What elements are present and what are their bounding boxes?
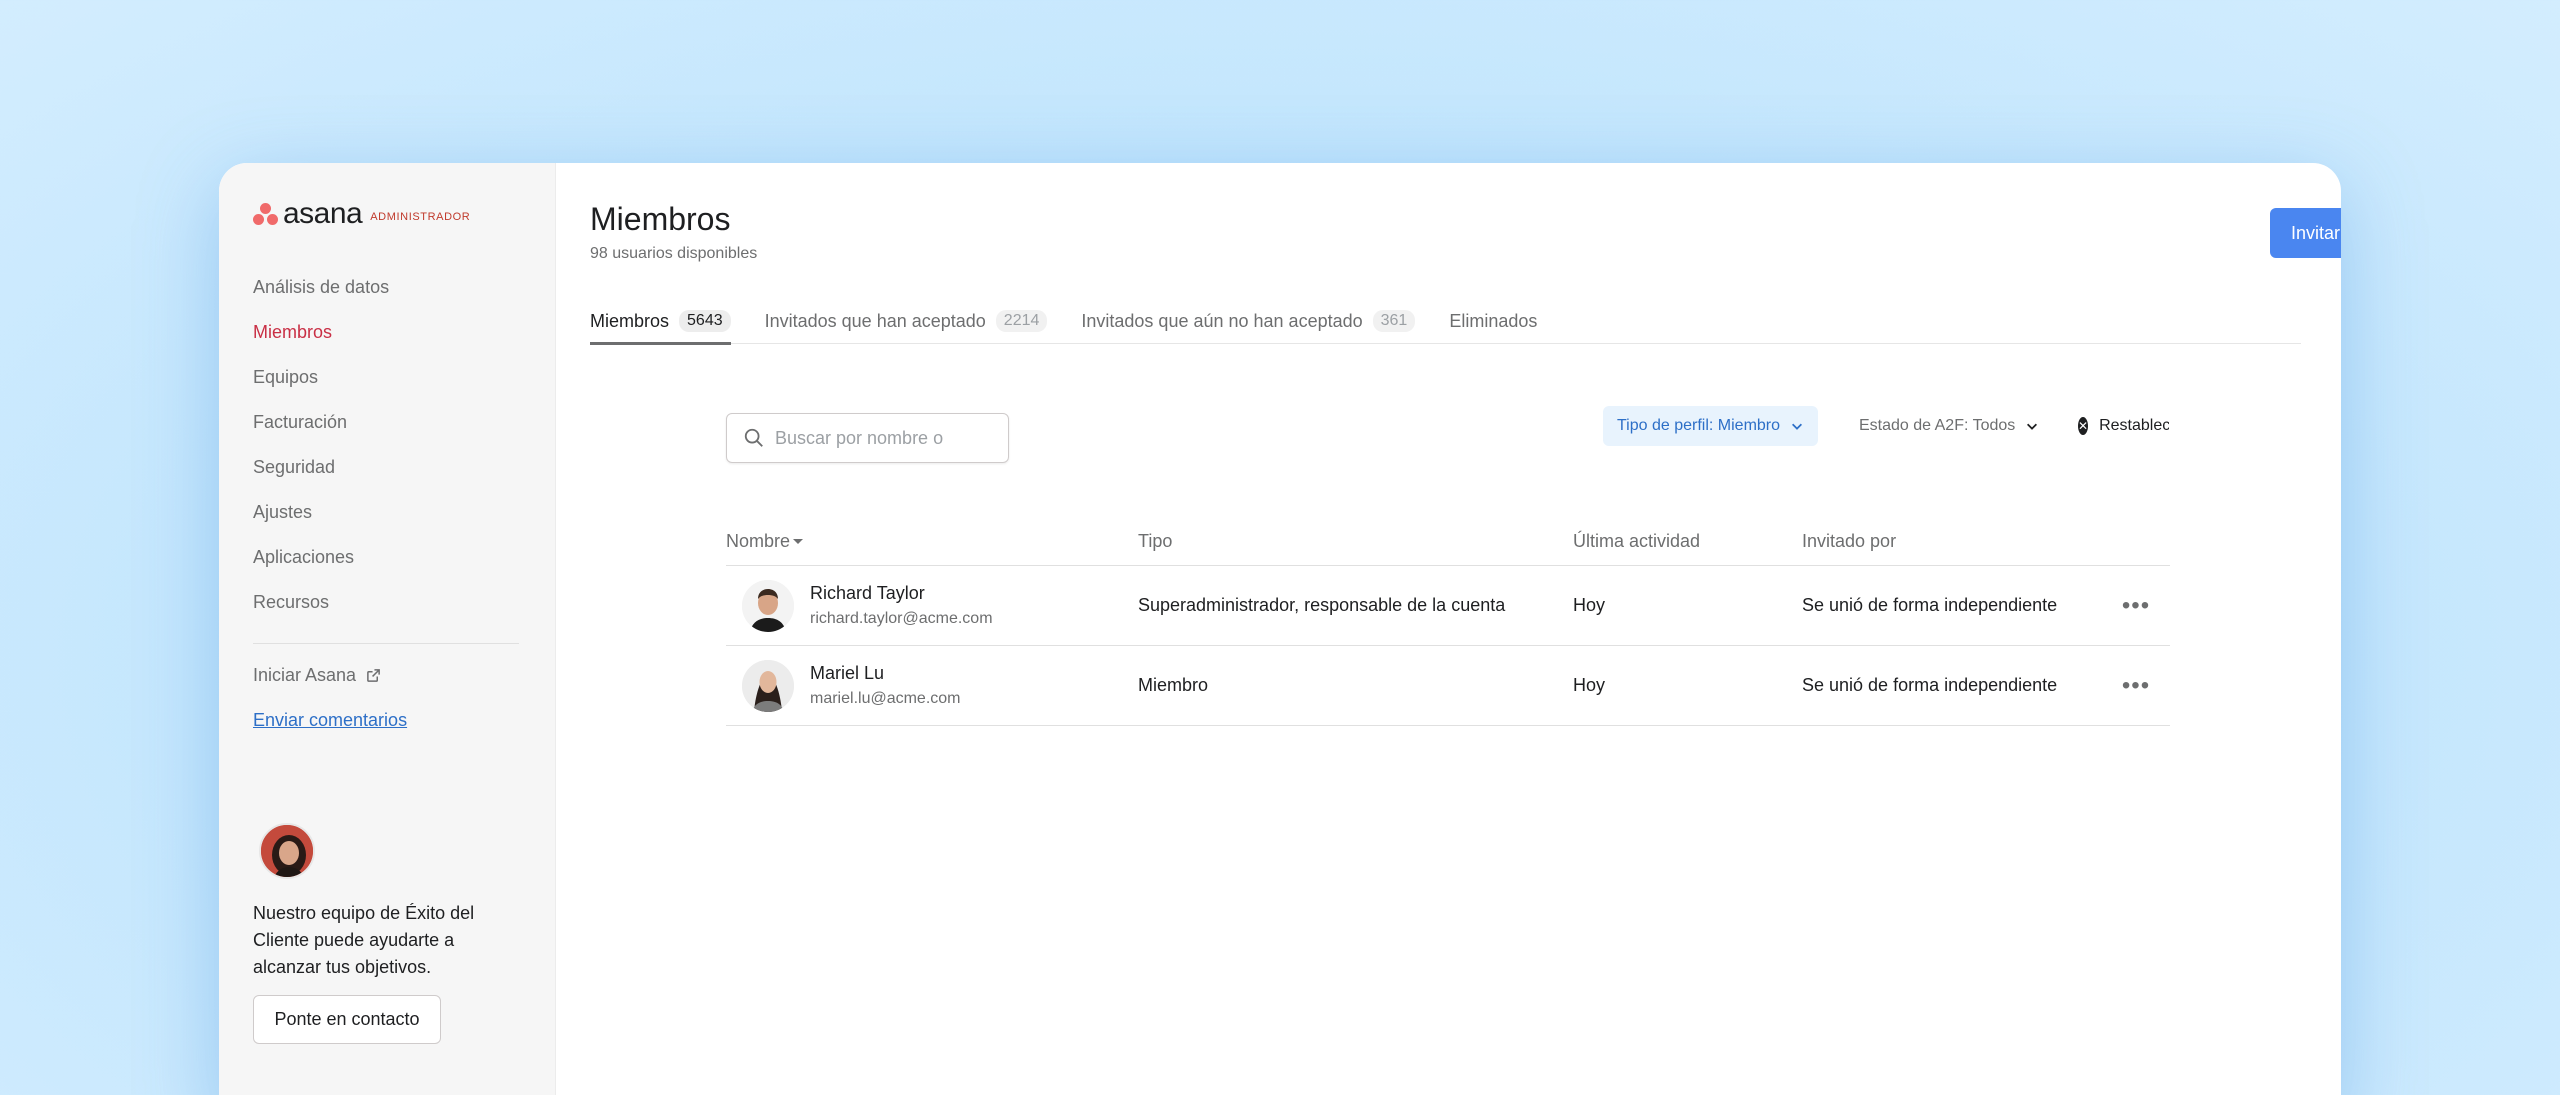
page-title: Miembros xyxy=(590,201,731,237)
member-cell: Mariel Lu mariel.lu@acme.com xyxy=(726,659,1138,712)
sidebar-divider xyxy=(253,643,519,644)
members-table: Nombre Tipo Última actividad Invitado po… xyxy=(726,518,2170,726)
members-tabs: Miembros 5643 Invitados que han aceptado… xyxy=(590,299,2301,345)
help-text: Nuestro equipo de Éxito del Cliente pued… xyxy=(253,903,475,977)
sidebar-item-members[interactable]: Miembros xyxy=(253,310,389,355)
search-icon xyxy=(744,428,763,447)
reset-filters-button[interactable]: ✕ Restablecer xyxy=(2078,406,2169,446)
table-header: Nombre Tipo Última actividad Invitado po… xyxy=(726,518,2170,566)
launch-asana-label: Iniciar Asana xyxy=(253,665,357,685)
profile-type-filter[interactable]: Tipo de perfil: Miembro xyxy=(1603,406,1819,446)
tab-label: Invitados que aún no han aceptado xyxy=(1081,310,1363,331)
tab-count: 361 xyxy=(1372,310,1416,332)
sidebar-item-settings[interactable]: Ajustes xyxy=(253,490,389,535)
tab-count: 2214 xyxy=(995,310,1048,332)
sort-down-icon xyxy=(793,538,804,544)
invite-members-button[interactable]: Invitar a miembros xyxy=(2270,208,2341,258)
sidebar-nav: Análisis de datos Miembros Equipos Factu… xyxy=(253,265,389,625)
column-name-header[interactable]: Nombre xyxy=(726,531,1138,552)
tab-count: 5643 xyxy=(679,310,731,332)
reset-filters-label: Restablecer xyxy=(2099,417,2169,434)
column-invited-by-header[interactable]: Invitado por xyxy=(1802,531,2102,552)
member-type: Miembro xyxy=(1138,675,1209,695)
tab-pending-guests[interactable]: Invitados que aún no han aceptado 361 xyxy=(1081,299,1449,343)
chevron-down-icon xyxy=(1792,423,1803,430)
sidebar-item-billing[interactable]: Facturación xyxy=(253,400,389,445)
tab-label: Miembros xyxy=(590,310,670,331)
send-feedback-link[interactable]: Enviar comentarios xyxy=(253,710,407,731)
avatar xyxy=(742,579,794,632)
profile-type-filter-label: Tipo de perfil: Miembro xyxy=(1617,417,1781,434)
sidebar-item-apps[interactable]: Aplicaciones xyxy=(253,535,389,580)
member-cell: Richard Taylor richard.taylor@acme.com xyxy=(726,579,1138,632)
member-email: mariel.lu@acme.com xyxy=(810,690,961,707)
tab-members[interactable]: Miembros 5643 xyxy=(590,299,731,345)
sidebar-item-analytics[interactable]: Análisis de datos xyxy=(253,265,389,310)
member-search[interactable] xyxy=(726,413,1009,463)
more-options-icon: ••• xyxy=(2121,671,2151,699)
tab-accepted-guests[interactable]: Invitados que han aceptado 2214 xyxy=(765,299,1082,343)
logo-wordmark: asana xyxy=(283,197,363,230)
member-name[interactable]: Richard Taylor xyxy=(810,583,993,604)
tab-deleted[interactable]: Eliminados xyxy=(1449,299,1571,343)
main-content: Miembros 98 usuarios disponibles Invitar… xyxy=(556,163,2341,1095)
row-actions-button[interactable]: ••• xyxy=(2102,671,2170,699)
chevron-down-icon xyxy=(2027,423,2038,430)
column-name-label: Nombre xyxy=(726,531,791,551)
row-actions-button[interactable]: ••• xyxy=(2102,591,2170,619)
twofa-filter-label: Estado de A2F: Todos xyxy=(1859,417,2016,434)
column-last-activity-header[interactable]: Última actividad xyxy=(1573,531,1802,552)
member-invited-by: Se unió de forma independiente xyxy=(1802,595,2058,615)
admin-window: asana ADMINISTRADOR Análisis de datos Mi… xyxy=(219,163,2341,1095)
admin-badge: ADMINISTRADOR xyxy=(370,211,471,223)
member-last-activity: Hoy xyxy=(1573,675,1606,695)
member-email: richard.taylor@acme.com xyxy=(810,610,993,627)
external-link-icon xyxy=(367,669,380,682)
table-row[interactable]: Richard Taylor richard.taylor@acme.com S… xyxy=(726,566,2170,646)
more-options-icon: ••• xyxy=(2121,591,2151,619)
avatar xyxy=(742,659,794,712)
close-circle-icon: ✕ xyxy=(2078,417,2089,435)
success-team-avatar xyxy=(259,823,315,879)
member-type: Superadministrador, responsable de la cu… xyxy=(1138,595,1506,615)
asana-logo[interactable]: asana ADMINISTRADOR xyxy=(253,197,470,231)
launch-asana-link[interactable]: Iniciar Asana xyxy=(253,665,381,686)
asana-logo-icon xyxy=(253,203,279,225)
tab-label: Eliminados xyxy=(1449,310,1538,331)
table-row[interactable]: Mariel Lu mariel.lu@acme.com Miembro Hoy… xyxy=(726,646,2170,726)
contact-button[interactable]: Ponte en contacto xyxy=(253,995,441,1044)
available-users-count: 98 usuarios disponibles xyxy=(590,245,758,262)
member-name[interactable]: Mariel Lu xyxy=(810,663,961,684)
sidebar-item-teams[interactable]: Equipos xyxy=(253,355,389,400)
tab-label: Invitados que han aceptado xyxy=(764,310,986,331)
member-last-activity: Hoy xyxy=(1573,595,1606,615)
sidebar-item-resources[interactable]: Recursos xyxy=(253,580,389,625)
sidebar: asana ADMINISTRADOR Análisis de datos Mi… xyxy=(219,163,556,1095)
search-input[interactable] xyxy=(775,427,995,449)
twofa-filter[interactable]: Estado de A2F: Todos xyxy=(1845,406,2053,446)
column-type-header[interactable]: Tipo xyxy=(1138,531,1573,552)
sidebar-item-security[interactable]: Seguridad xyxy=(253,445,389,490)
member-invited-by: Se unió de forma independiente xyxy=(1802,675,2058,695)
